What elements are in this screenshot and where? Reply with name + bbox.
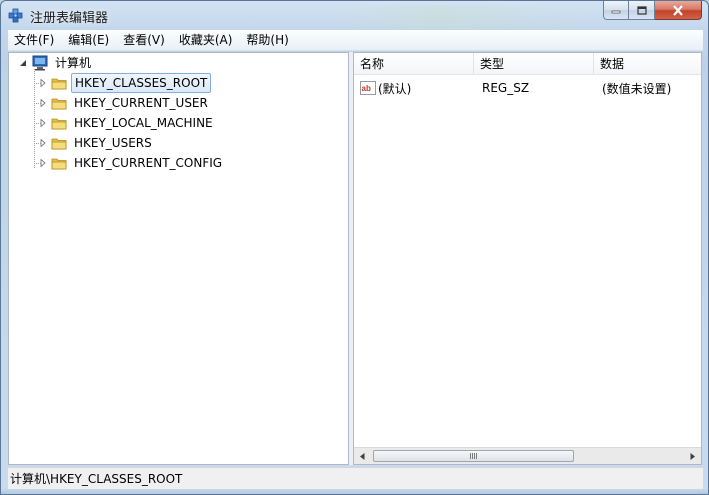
tree-item-label: HKEY_CLASSES_ROOT <box>71 73 212 93</box>
menu-help[interactable]: 帮助(H) <box>239 30 295 51</box>
folder-icon <box>51 78 67 90</box>
expand-arrow-icon[interactable] <box>39 99 47 107</box>
tree-item-hklm[interactable]: HKEY_LOCAL_MACHINE <box>39 113 216 133</box>
menu-file[interactable]: 文件(F) <box>8 30 61 51</box>
tree-item-hkcc[interactable]: HKEY_CURRENT_CONFIG <box>39 153 225 173</box>
computer-icon <box>32 55 48 71</box>
list-row[interactable]: ab (默认) REG_SZ (数值未设置) <box>354 77 701 99</box>
column-header-type[interactable]: 类型 <box>474 53 594 75</box>
folder-icon <box>51 98 67 110</box>
value-name: (默认) <box>378 81 412 96</box>
status-path: 计算机\HKEY_CLASSES_ROOT <box>10 472 183 486</box>
menu-favorites[interactable]: 收藏夹(A) <box>172 30 240 51</box>
list-header: 名称 类型 数据 <box>354 53 701 75</box>
close-icon <box>673 4 683 16</box>
value-data: (数值未设置) <box>602 81 672 96</box>
folder-icon <box>51 118 67 130</box>
tree-item-hkcr[interactable]: HKEY_CLASSES_ROOT <box>39 73 212 93</box>
scroll-left-arrow-icon[interactable] <box>354 448 371 464</box>
collapse-arrow-icon[interactable] <box>19 59 27 67</box>
tree-item-hkcu[interactable]: HKEY_CURRENT_USER <box>39 93 211 113</box>
expand-arrow-icon[interactable] <box>39 139 47 147</box>
minimize-button[interactable] <box>603 1 629 20</box>
tree-item-label: HKEY_USERS <box>74 136 152 150</box>
expand-arrow-icon[interactable] <box>39 79 47 87</box>
tree-item-hku[interactable]: HKEY_USERS <box>39 133 155 153</box>
scroll-thumb[interactable] <box>373 450 574 462</box>
title-bar[interactable]: 注册表编辑器 <box>1 1 708 29</box>
menu-edit[interactable]: 编辑(E) <box>61 30 116 51</box>
svg-text:ab: ab <box>362 84 371 93</box>
folder-icon <box>51 138 67 150</box>
folder-icon <box>51 158 67 170</box>
tree-item-label: HKEY_CURRENT_USER <box>74 96 208 110</box>
regedit-app-icon <box>8 8 23 23</box>
close-button[interactable] <box>655 1 702 20</box>
column-header-name[interactable]: 名称 <box>354 53 474 75</box>
registry-editor-window: 注册表编辑器 文件(F) 编辑(E) 查看(V) 收藏夹(A) 帮助(H) 计算… <box>0 0 709 495</box>
expand-arrow-icon[interactable] <box>39 159 47 167</box>
window-bottom-border <box>1 489 708 494</box>
horizontal-scrollbar[interactable] <box>354 447 701 464</box>
maximize-icon <box>636 5 647 15</box>
string-value-icon: ab <box>360 81 376 95</box>
status-bar: 计算机\HKEY_CLASSES_ROOT <box>8 467 703 489</box>
column-header-data[interactable]: 数据 <box>594 53 701 75</box>
scroll-right-arrow-icon[interactable] <box>684 448 701 464</box>
menu-bar: 文件(F) 编辑(E) 查看(V) 收藏夹(A) 帮助(H) <box>8 30 703 51</box>
expand-arrow-icon[interactable] <box>39 119 47 127</box>
key-tree-pane[interactable]: 计算机 HKEY_CLASSES_ROOT HKEY_CURRENT_USER <box>8 52 349 465</box>
values-list-pane[interactable]: 名称 类型 数据 ab (默认) REG_SZ (数值未设置) <box>353 52 702 465</box>
tree-root-computer[interactable]: 计算机 <box>19 53 94 73</box>
tree-item-label: HKEY_LOCAL_MACHINE <box>74 116 213 130</box>
tree-root-label: 计算机 <box>55 56 92 70</box>
maximize-button[interactable] <box>629 1 655 20</box>
grip-icon <box>469 453 478 459</box>
minimize-icon <box>611 10 621 14</box>
tree-connector-line <box>34 69 35 169</box>
tree-item-label: HKEY_CURRENT_CONFIG <box>74 156 223 170</box>
menu-view[interactable]: 查看(V) <box>116 30 172 51</box>
window-title: 注册表编辑器 <box>30 11 109 26</box>
value-type: REG_SZ <box>482 81 530 95</box>
caption-buttons <box>603 1 702 21</box>
